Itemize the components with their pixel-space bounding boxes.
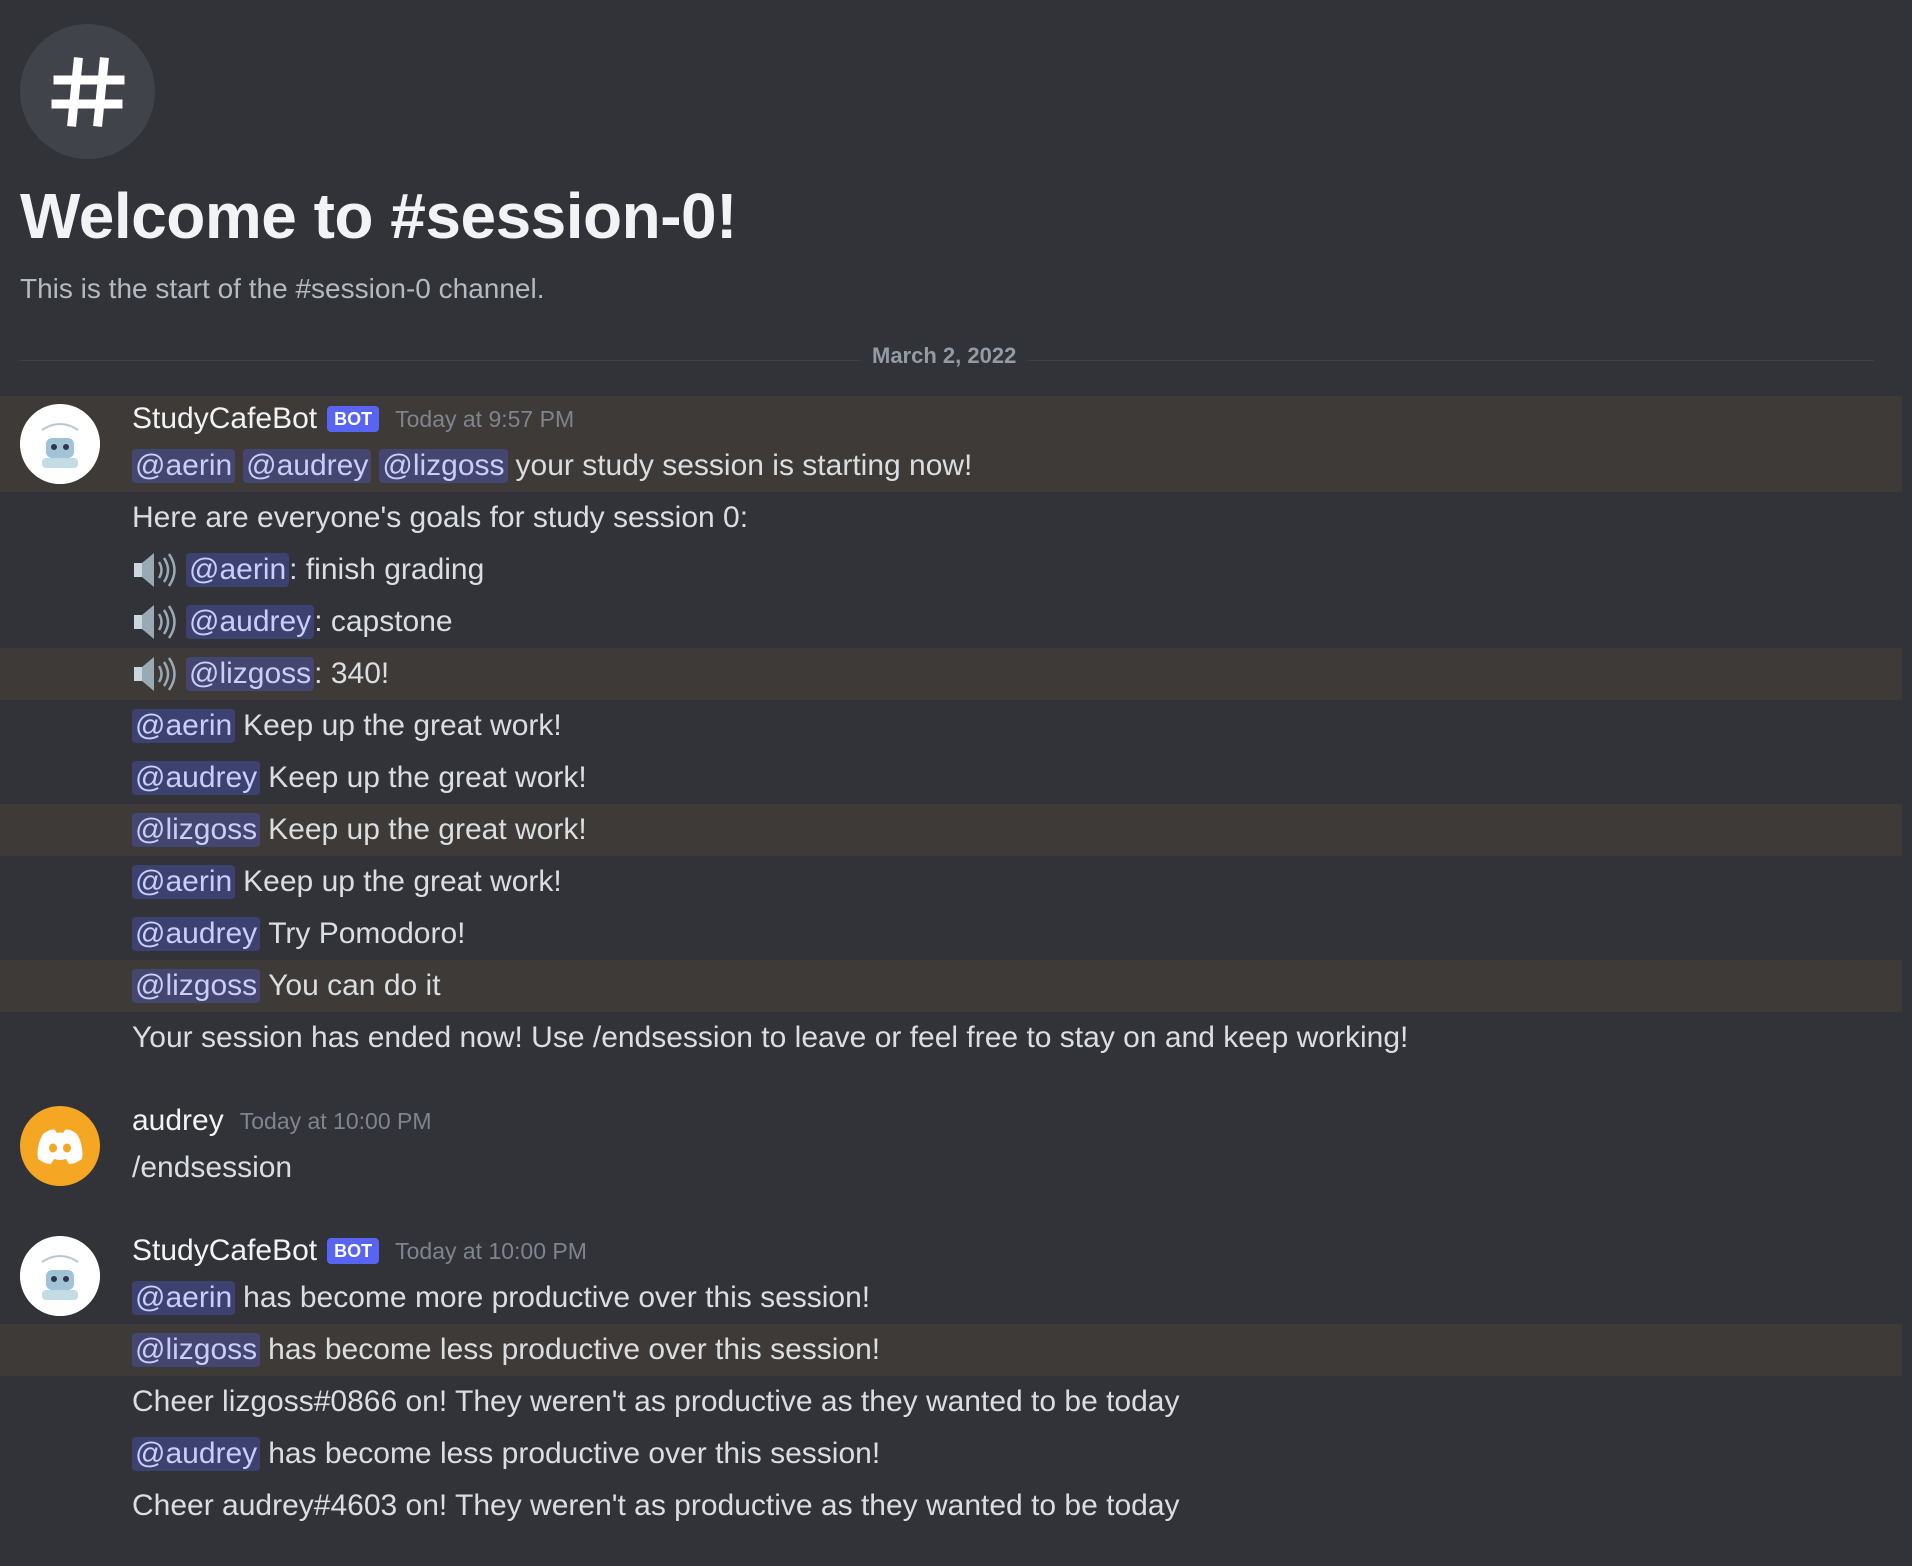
user-mention[interactable]: @lizgoss	[132, 969, 261, 1003]
message-line: @audrey : capstone	[0, 596, 1902, 648]
user-mention[interactable]: @aerin	[132, 709, 236, 743]
message-text: has become less productive over this ses…	[268, 1333, 881, 1366]
message-line: Your session has ended now! Use /endsess…	[0, 1012, 1902, 1064]
user-mention[interactable]: @audrey	[186, 605, 315, 639]
message-line: @lizgoss : 340!	[0, 648, 1902, 700]
message-text: Cheer audrey#4603 on! They weren't as pr…	[132, 1489, 1180, 1522]
user-mention[interactable]: @lizgoss	[132, 813, 261, 847]
message-text: /endsession	[132, 1151, 293, 1184]
author-name[interactable]: StudyCafeBot	[132, 402, 317, 436]
user-mention[interactable]: @lizgoss	[132, 1333, 261, 1367]
message-line: Cheer lizgoss#0866 on! They weren't as p…	[0, 1376, 1902, 1428]
message-timestamp[interactable]: Today at 10:00 PM	[395, 1238, 587, 1265]
user-mention[interactable]: @audrey	[132, 917, 261, 951]
author-name[interactable]: audrey	[132, 1104, 224, 1138]
user-mention[interactable]: @aerin	[186, 553, 290, 587]
message-line: @audrey has become less productive over …	[0, 1428, 1902, 1480]
bot-badge: BOT	[327, 1238, 380, 1264]
message-line: @aerin Keep up the great work!	[0, 700, 1902, 752]
message-text: Keep up the great work!	[268, 761, 587, 794]
message-header: audrey Today at 10:00 PM	[132, 1104, 432, 1138]
message-line: @aerin Keep up the great work!	[0, 856, 1902, 908]
author-name[interactable]: StudyCafeBot	[132, 1234, 317, 1268]
message-line: @lizgoss You can do it	[0, 960, 1902, 1012]
message-text: You can do it	[268, 969, 441, 1002]
user-mention[interactable]: @aerin	[132, 865, 236, 899]
hash-icon	[20, 24, 155, 159]
message-text: your study session is starting now!	[515, 449, 973, 482]
user-mention[interactable]: @aerin	[132, 449, 236, 483]
message-text: Keep up the great work!	[243, 865, 562, 898]
message-line: @audrey Try Pomodoro!	[0, 908, 1902, 960]
message-timestamp[interactable]: Today at 10:00 PM	[240, 1108, 432, 1135]
user-mention[interactable]: @audrey	[132, 1437, 261, 1471]
channel-welcome: Welcome to #session-0! This is the start…	[20, 24, 1870, 305]
speaker-icon	[132, 600, 180, 644]
message-timestamp[interactable]: Today at 9:57 PM	[395, 406, 574, 433]
message-header: StudyCafeBot BOT Today at 10:00 PM	[132, 1234, 587, 1268]
message-text: : capstone	[314, 605, 453, 638]
speaker-icon	[132, 548, 180, 592]
message-line: @lizgoss Keep up the great work!	[0, 804, 1902, 856]
message-text: Cheer lizgoss#0866 on! They weren't as p…	[132, 1385, 1180, 1418]
bot-badge: BOT	[327, 406, 380, 432]
message-text: : 340!	[314, 657, 390, 690]
message-line: @audrey Keep up the great work!	[0, 752, 1902, 804]
welcome-subtitle: This is the start of the #session-0 chan…	[20, 273, 545, 305]
message-line: /endsession	[0, 1142, 1902, 1194]
message-line: @aerin @audrey @lizgoss your study sessi…	[0, 440, 1902, 492]
message-line: Here are everyone's goals for study sess…	[0, 492, 1902, 544]
message-text: Here are everyone's goals for study sess…	[132, 501, 749, 534]
message-text: Keep up the great work!	[268, 813, 587, 846]
message-text: Try Pomodoro!	[268, 917, 466, 950]
message-line: @lizgoss has become less productive over…	[0, 1324, 1902, 1376]
message-text: Your session has ended now! Use /endsess…	[132, 1021, 1409, 1054]
user-mention[interactable]: @audrey	[243, 449, 372, 483]
message-line: @aerin : finish grading	[0, 544, 1902, 596]
message-line: Cheer audrey#4603 on! They weren't as pr…	[0, 1480, 1902, 1532]
message-text: : finish grading	[289, 553, 485, 586]
user-mention[interactable]: @lizgoss	[186, 657, 315, 691]
date-divider: March 2, 2022	[860, 343, 1029, 369]
user-mention[interactable]: @audrey	[132, 761, 261, 795]
message-line: @aerin has become more productive over t…	[0, 1272, 1902, 1324]
message-text: has become less productive over this ses…	[268, 1437, 881, 1470]
message-text: has become more productive over this ses…	[243, 1281, 871, 1314]
welcome-title: Welcome to #session-0!	[20, 180, 737, 252]
user-mention[interactable]: @lizgoss	[379, 449, 508, 483]
speaker-icon	[132, 652, 180, 696]
user-mention[interactable]: @aerin	[132, 1281, 236, 1315]
message-header: StudyCafeBot BOT Today at 9:57 PM	[132, 402, 574, 436]
message-text: Keep up the great work!	[243, 709, 562, 742]
